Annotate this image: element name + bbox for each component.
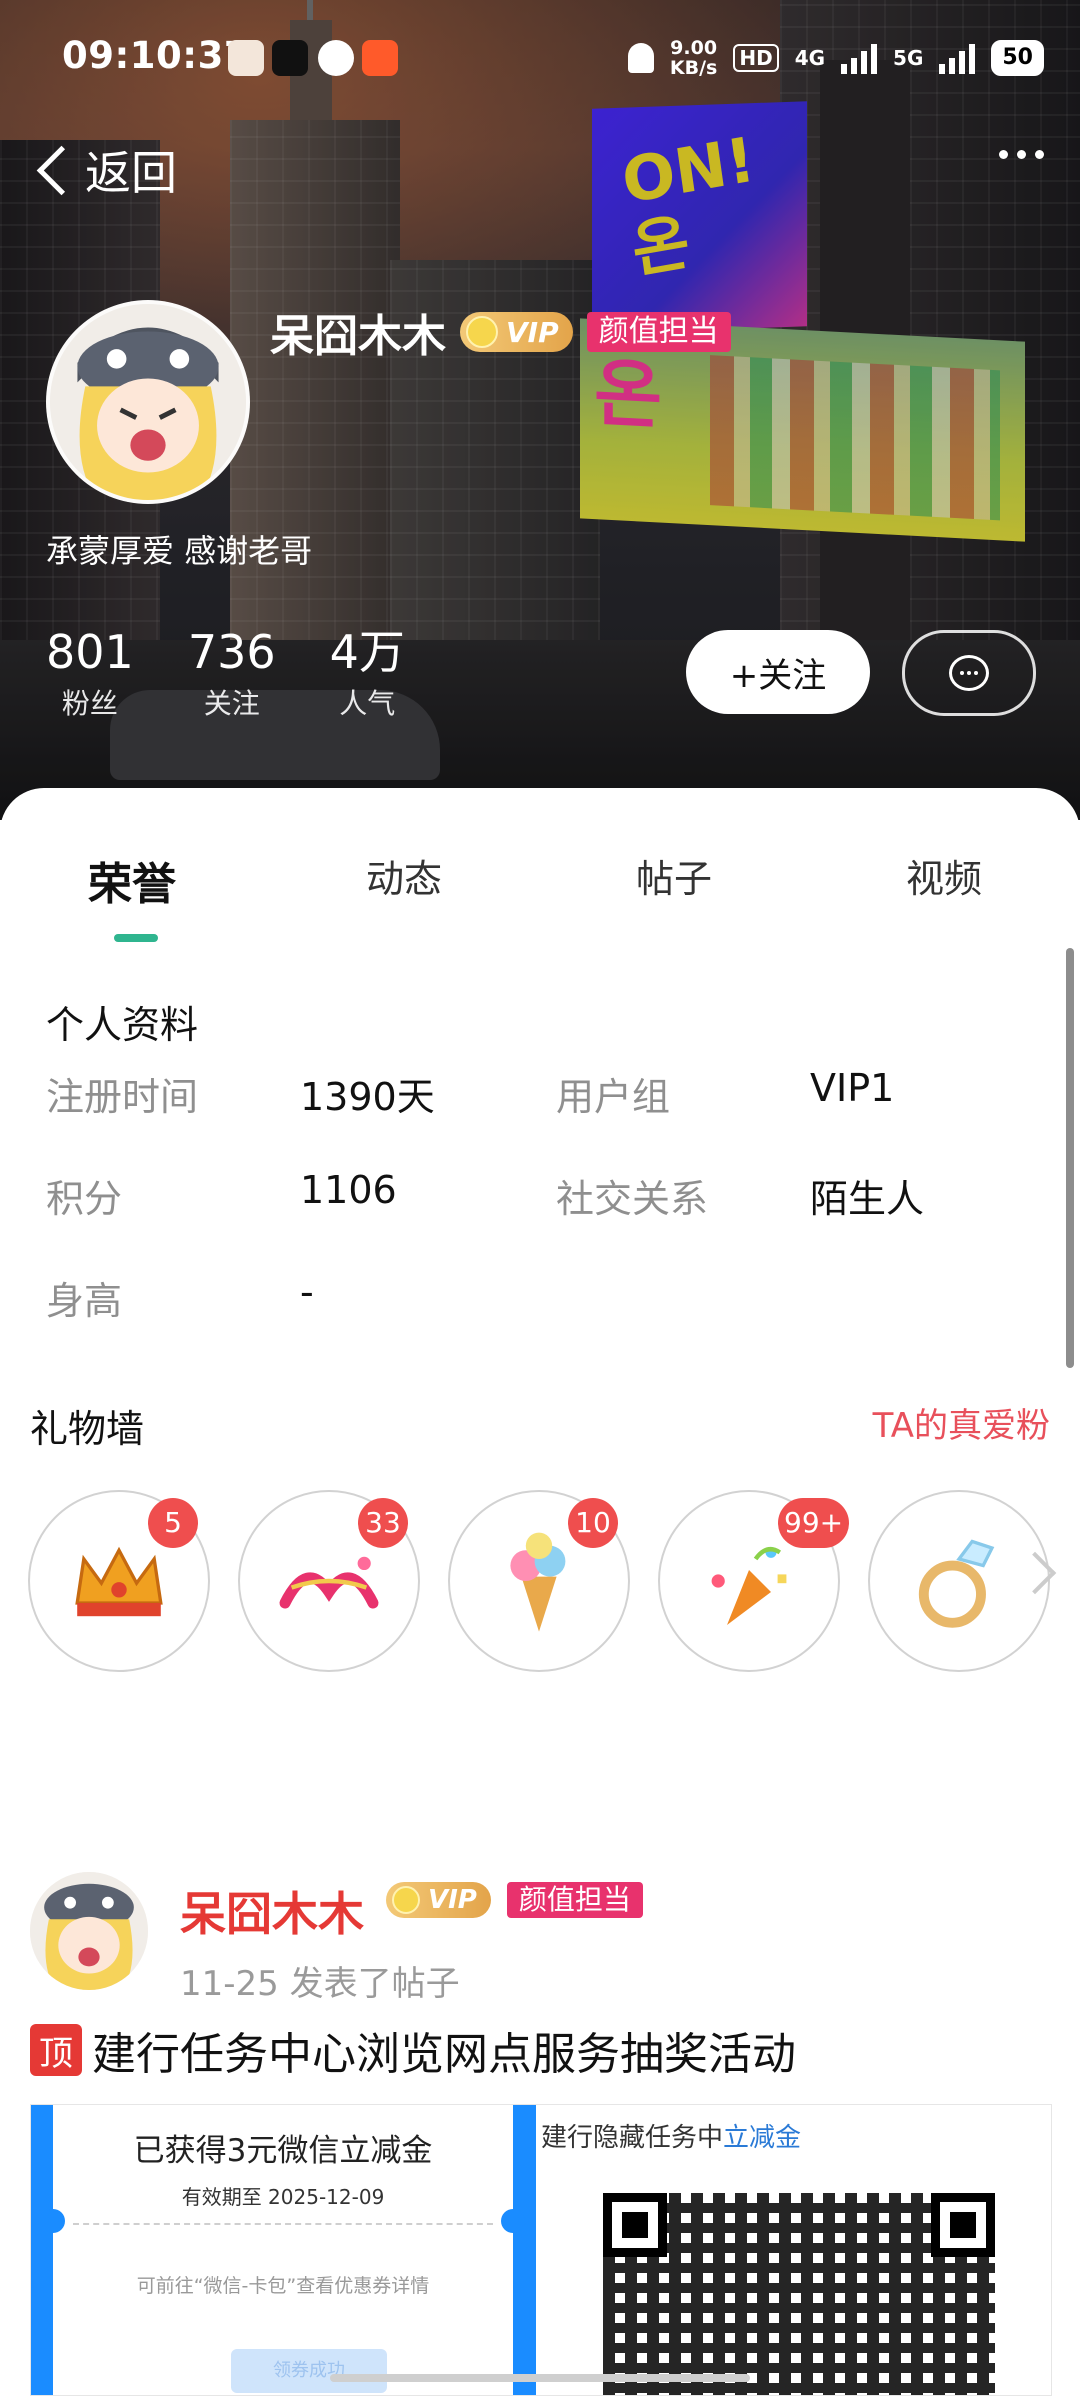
notification-bell-icon — [627, 43, 654, 73]
title-badge: 颜值担当 — [506, 1882, 643, 1918]
info-label-relation: 社交关系 — [556, 1177, 709, 1221]
title-badge: 颜值担当 — [586, 312, 731, 352]
gift-count-badge: 99+ — [778, 1498, 850, 1548]
tab-honor[interactable]: 荣誉 — [88, 848, 176, 912]
more-dots-icon — [999, 150, 1008, 159]
post-action: 发表了帖子 — [289, 1964, 460, 2004]
coupon-screenshot: 已获得3元微信立减金 有效期至 2025-12-09 可前往“微信-卡包”查看优… — [31, 2105, 536, 2395]
username: 呆囧木木 — [270, 311, 446, 362]
coupon-title: 已获得3元微信立减金 — [133, 2133, 433, 2169]
info-label-register: 注册时间 — [46, 1075, 199, 1119]
gift-count-badge: 33 — [358, 1498, 408, 1548]
anime-avatar-icon — [50, 304, 246, 500]
gift-item[interactable]: 99+ — [658, 1490, 850, 1672]
ring-icon — [918, 1539, 995, 1628]
vip-badge: VIP — [386, 1882, 491, 1918]
gift-item[interactable]: 33 — [238, 1490, 420, 1672]
status-bar: 09:10:37 9.00 KB/s HD 4G 5G 50 — [0, 0, 1080, 118]
tiktok-icon — [272, 40, 308, 76]
vip-badge: VIP — [460, 312, 573, 352]
info-row: 积分 1106 社交关系 陌生人 — [46, 1168, 1026, 1270]
chat-app-icon — [318, 40, 354, 76]
coupon-expire: 有效期至 2025-12-09 — [181, 2185, 385, 2209]
anime-avatar-icon — [30, 1872, 148, 1990]
active-tab-indicator — [114, 934, 158, 942]
back-button[interactable]: 返回 — [30, 130, 177, 210]
qr-caption: 建行隐藏任务中立减金 — [541, 2123, 802, 2153]
stat-fans[interactable]: 801 粉丝 — [46, 626, 134, 722]
battery-icon: 50 — [991, 40, 1044, 76]
chevron-left-icon — [36, 145, 87, 195]
follow-button[interactable]: +关注 — [686, 630, 870, 714]
profile-name-row: 呆囧木木 VIP 颜值担当 — [270, 300, 731, 364]
coupon-hint: 可前往“微信-卡包”查看优惠券详情 — [136, 2275, 430, 2297]
post-author-name[interactable]: 呆囧木木 — [180, 1878, 364, 1944]
profile-content-sheet: 荣誉 动态 帖子 视频 个人资料 注册时间 1390天 用户组 VIP1 积分 … — [0, 788, 1080, 2396]
gift-item[interactable]: 5 — [28, 1490, 210, 1672]
post-author-avatar[interactable] — [30, 1872, 148, 1990]
gift-count-badge: 5 — [148, 1498, 198, 1548]
true-fans-link[interactable]: TA的真爱粉 — [873, 1398, 1050, 1447]
info-row: 注册时间 1390天 用户组 VIP1 — [46, 1066, 1026, 1168]
stat-popularity: 4万 人气 — [329, 625, 405, 720]
more-options-button[interactable] — [999, 150, 1044, 159]
post-title-text: 建行任务中心浏览网点服务抽奖活动 — [92, 2029, 796, 2080]
stat-following[interactable]: 736 关注 — [188, 626, 276, 722]
profile-stats: 801 粉丝 736 关注 4万 人气 — [46, 626, 405, 722]
chat-bubble-icon — [949, 655, 989, 691]
info-value-height: - — [300, 1270, 314, 1314]
network-5g-label: 5G — [893, 46, 924, 70]
pinned-badge: 顶 — [30, 2024, 82, 2076]
network-4g-label: 4G — [794, 46, 826, 70]
post-meta: 11-25 发表了帖子 — [180, 1956, 460, 2005]
avatar-app-icon — [228, 40, 264, 76]
info-label-height: 身高 — [46, 1279, 123, 1323]
profile-signature: 承蒙厚爱 感谢老哥 — [46, 532, 313, 570]
personal-info-grid: 注册时间 1390天 用户组 VIP1 积分 1106 社交关系 陌生人 身高 … — [46, 1066, 1026, 1372]
post-date: 11-25 — [180, 1964, 279, 2004]
post-title[interactable]: 顶 建行任务中心浏览网点服务抽奖活动 — [30, 2018, 796, 2082]
tab-posts[interactable]: 帖子 — [636, 848, 712, 903]
message-button[interactable] — [902, 630, 1036, 716]
personal-info-title: 个人资料 — [46, 1003, 199, 1047]
gift-wall-list: 5 33 10 99+ — [28, 1490, 1080, 1680]
scrollbar[interactable] — [1066, 948, 1074, 1368]
signal-icon — [841, 42, 878, 74]
gift-count-badge: 10 — [568, 1498, 618, 1548]
crown-icon — [392, 1886, 420, 1914]
info-value-register: 1390天 — [300, 1075, 435, 1119]
info-label-group: 用户组 — [556, 1075, 671, 1119]
status-time: 09:10:37 — [62, 34, 251, 77]
back-label: 返回 — [85, 146, 177, 200]
gift-item[interactable]: 10 — [448, 1490, 630, 1672]
home-indicator[interactable] — [330, 2374, 750, 2382]
tab-activity[interactable]: 动态 — [366, 848, 442, 903]
game-app-icon — [362, 40, 398, 76]
gift-wall-title: 礼物墙 — [30, 1407, 145, 1451]
avatar[interactable] — [46, 300, 250, 504]
post-author-badges: VIP 颜值担当 — [386, 1882, 643, 1918]
crown-icon — [466, 316, 498, 348]
network-speed: 9.00 KB/s — [669, 37, 718, 79]
qr-screenshot: 建行隐藏任务中立减金 — [541, 2105, 1051, 2395]
tab-videos[interactable]: 视频 — [906, 848, 982, 903]
signal-icon — [939, 42, 976, 74]
post-image[interactable]: 已获得3元微信立减金 有效期至 2025-12-09 可前往“微信-卡包”查看优… — [30, 2104, 1052, 2396]
profile-tabs: 荣誉 动态 帖子 视频 — [0, 848, 1080, 928]
coupon-claimed-button: 领券成功 — [231, 2349, 387, 2393]
info-value-group: VIP1 — [810, 1066, 895, 1110]
info-value-points: 1106 — [300, 1168, 397, 1212]
info-label-points: 积分 — [46, 1177, 123, 1221]
info-value-relation: 陌生人 — [810, 1177, 925, 1221]
info-row: 身高 - — [46, 1270, 1026, 1372]
hd-voice-icon: HD — [733, 44, 779, 72]
